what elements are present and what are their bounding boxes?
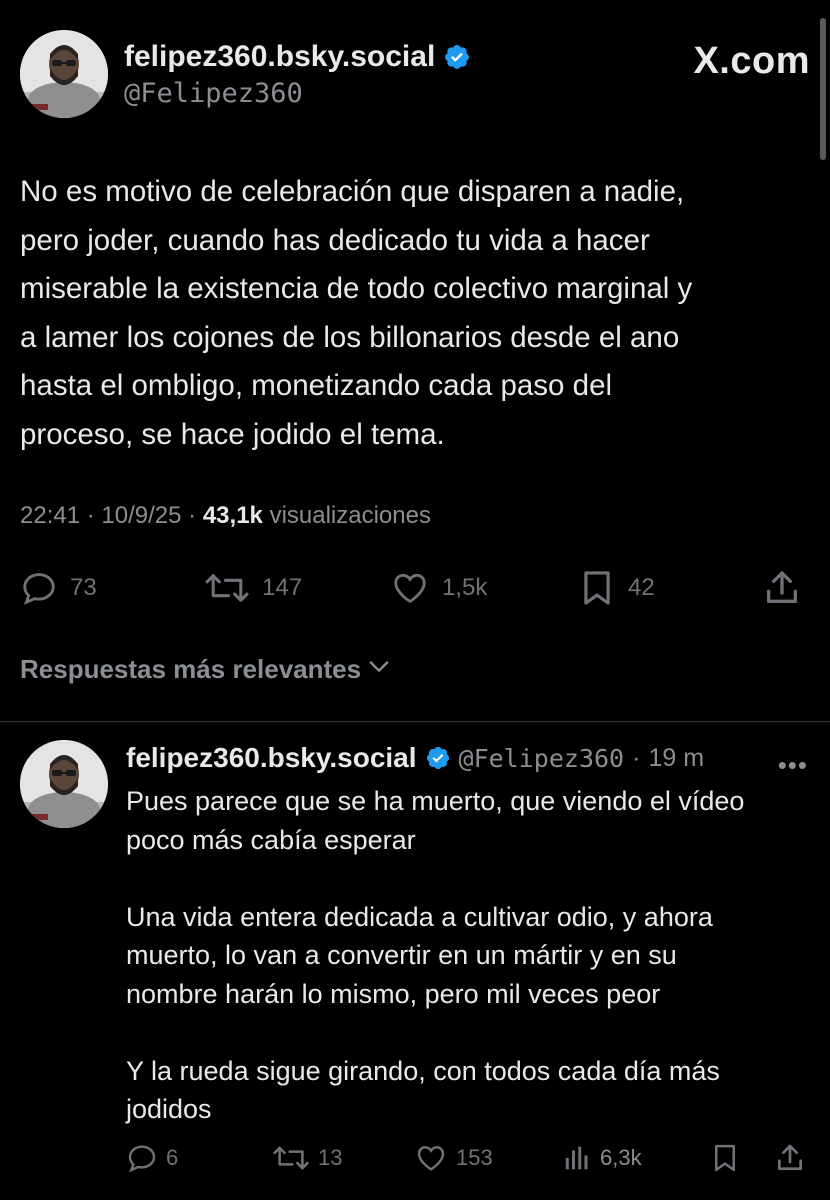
like-icon [414,1142,448,1174]
author-name-row: felipez360.bsky.social [124,40,471,74]
reply-time[interactable]: 19 m [648,744,704,773]
reply-icon [126,1142,158,1174]
chevron-down-icon [365,652,393,687]
bookmark-icon [710,1141,740,1175]
brand-label: X.com [693,40,810,82]
views-bar-chart-icon [562,1142,592,1174]
repost-icon [272,1142,310,1174]
reply-separator: · [632,743,641,772]
like-count: 1,5k [442,574,488,601]
reply-avatar[interactable] [20,740,108,828]
repost-button[interactable]: 13 [272,1138,342,1178]
bookmark-button[interactable]: 42 [578,566,655,610]
post-time[interactable]: 22:41 [20,502,80,529]
verified-badge-icon[interactable] [425,745,451,771]
replies-sort-label: Respuestas más relevantes [20,654,362,684]
share-button[interactable] [774,1138,806,1178]
reply-count: 73 [70,574,97,601]
x-com-brand: X.com [693,40,810,83]
reply-author-name[interactable]: felipez360.bsky.social [126,742,417,774]
views-count[interactable]: 43,1k [203,502,263,529]
post-meta: 22:41 · 10/9/25 · 43,1k visualizaciones [20,502,431,530]
author-display-name[interactable]: felipez360.bsky.social [124,40,435,74]
post-header: felipez360.bsky.social @Felipez360 X.com [20,30,810,120]
bookmark-icon [578,568,616,608]
post-actions: 73 147 1,5k 42 [20,566,810,610]
views-button[interactable]: 6,3k [562,1138,642,1178]
reply-button[interactable]: 6 [126,1138,178,1178]
reply-text: Pues parece que se ha muerto, que viendo… [126,786,745,1124]
replies-sort-toggle[interactable]: Respuestas más relevantes [20,652,393,687]
section-divider [0,721,830,722]
meta-separator: · [188,502,197,529]
avatar-image [20,30,108,118]
meta-separator: · [86,502,95,529]
author-handle[interactable]: @Felipez360 [124,78,471,109]
repost-button[interactable]: 147 [204,566,302,610]
views-count: 6,3k [600,1145,642,1170]
share-icon [762,568,802,608]
like-button[interactable]: 1,5k [390,566,487,610]
avatar-image [20,740,108,828]
more-options-icon[interactable]: ••• [778,750,808,781]
like-button[interactable]: 153 [414,1138,493,1178]
reply-author-handle[interactable]: @Felipez360 [459,744,625,773]
bookmark-count: 42 [628,574,655,601]
reply-actions: 6 13 153 6,3k [126,1138,810,1178]
reply-icon [20,569,58,607]
bookmark-button[interactable] [710,1138,740,1178]
author-block: felipez360.bsky.social @Felipez360 [124,40,471,109]
like-icon [390,569,430,607]
share-button[interactable] [762,566,802,610]
post-date[interactable]: 10/9/25 [101,502,181,529]
scrollbar[interactable] [820,18,826,160]
repost-count: 147 [262,574,303,601]
verified-badge-icon[interactable] [443,43,471,71]
post-text: No es motivo de celebración que disparen… [20,175,693,451]
reply-button[interactable]: 73 [20,566,97,610]
reply-count: 6 [166,1145,179,1170]
share-icon [774,1141,806,1175]
avatar[interactable] [20,30,108,118]
views-label: visualizaciones [269,502,431,529]
repost-icon [204,569,250,607]
like-count: 153 [456,1145,493,1170]
reply-header: felipez360.bsky.social @Felipez360 · 19 … [126,742,704,774]
repost-count: 13 [318,1145,343,1170]
